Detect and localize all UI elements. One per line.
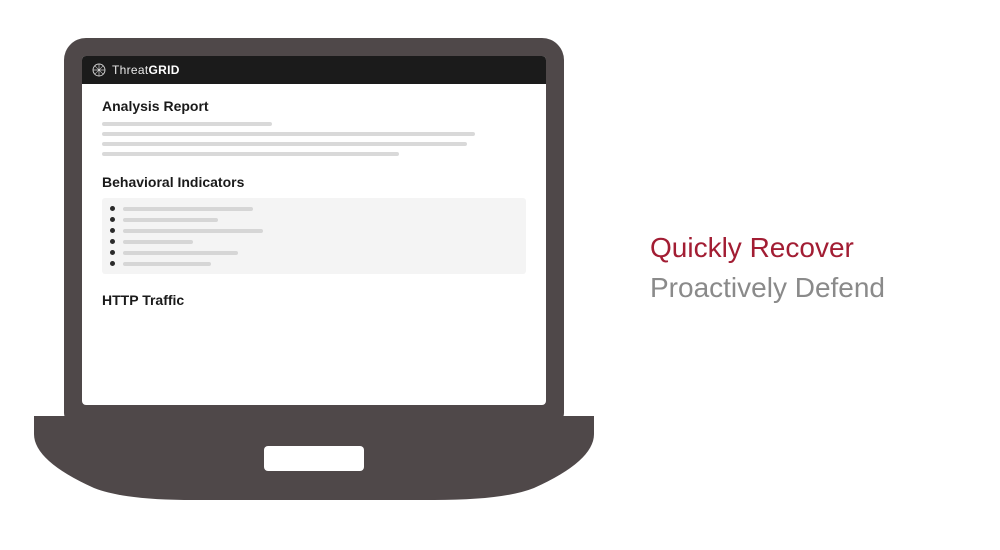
bullet-icon xyxy=(110,239,115,244)
bullet-icon xyxy=(110,217,115,222)
text-line xyxy=(102,132,475,136)
laptop-base xyxy=(34,416,594,501)
brand-name: ThreatGRID xyxy=(112,63,180,77)
laptop-lid: ThreatGRID Analysis Report Behavioral In… xyxy=(64,38,564,423)
list-item xyxy=(110,206,518,211)
trackpad xyxy=(264,446,364,471)
headline-secondary: Proactively Defend xyxy=(650,270,970,306)
section-title-behavioral: Behavioral Indicators xyxy=(102,174,526,190)
section-title-analysis: Analysis Report xyxy=(102,98,526,114)
text-line xyxy=(123,240,193,244)
text-line xyxy=(123,251,238,255)
brand-suffix: GRID xyxy=(148,63,179,77)
section-title-http: HTTP Traffic xyxy=(102,292,526,308)
bullet-icon xyxy=(110,206,115,211)
text-line xyxy=(123,207,253,211)
laptop-illustration: ThreatGRID Analysis Report Behavioral In… xyxy=(34,38,594,518)
analysis-text-placeholder xyxy=(102,122,526,156)
behavioral-block xyxy=(102,198,526,274)
list-item xyxy=(110,217,518,222)
app-header: ThreatGRID xyxy=(82,56,546,84)
text-line xyxy=(123,262,211,266)
list-item xyxy=(110,239,518,244)
text-line xyxy=(102,152,399,156)
behavioral-list xyxy=(110,206,518,266)
text-line xyxy=(102,122,272,126)
list-item xyxy=(110,228,518,233)
headline-primary: Quickly Recover xyxy=(650,230,970,266)
text-line xyxy=(123,229,263,233)
threatgrid-logo-icon xyxy=(92,63,106,77)
text-line xyxy=(123,218,218,222)
bullet-icon xyxy=(110,250,115,255)
app-screen: ThreatGRID Analysis Report Behavioral In… xyxy=(82,56,546,405)
bullet-icon xyxy=(110,228,115,233)
bullet-icon xyxy=(110,261,115,266)
list-item xyxy=(110,250,518,255)
report-body: Analysis Report Behavioral Indicators xyxy=(82,84,546,326)
brand-prefix: Threat xyxy=(112,63,148,77)
list-item xyxy=(110,261,518,266)
text-line xyxy=(102,142,467,146)
marketing-copy: Quickly Recover Proactively Defend xyxy=(650,230,970,307)
slide-stage: ThreatGRID Analysis Report Behavioral In… xyxy=(0,0,1000,550)
